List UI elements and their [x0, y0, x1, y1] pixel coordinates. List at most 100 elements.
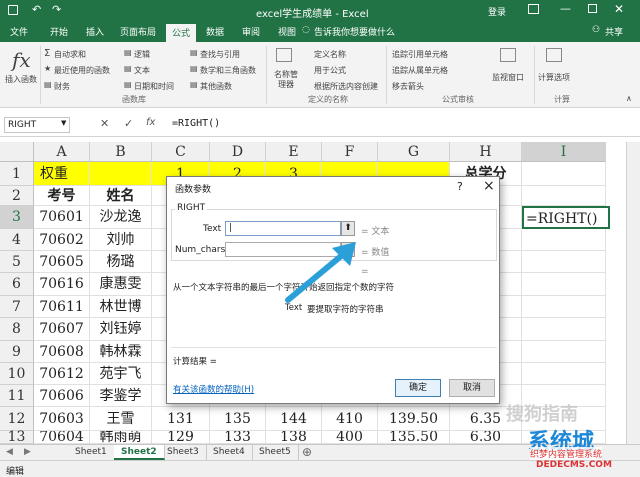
cell-a6[interactable]: 70616 [34, 273, 90, 296]
col-header-a[interactable]: A [34, 142, 90, 162]
row-header-13[interactable]: 13 [0, 430, 34, 444]
logical-button[interactable]: 逻辑 [134, 49, 150, 60]
col-header-f[interactable]: F [322, 142, 378, 162]
save-icon[interactable] [8, 5, 18, 15]
cancel-formula-icon[interactable]: ✕ [100, 117, 109, 130]
math-button[interactable]: 数学和三角函数 [200, 65, 256, 76]
cell-d13[interactable]: 133 [210, 431, 266, 444]
cell-e13[interactable]: 138 [266, 431, 322, 444]
cell-b8[interactable]: 刘钰婷 [90, 318, 152, 341]
cell-a12[interactable]: 70603 [34, 407, 90, 431]
ribbon-options-icon[interactable] [528, 4, 539, 14]
tab-page-layout[interactable]: 页面布局 [120, 25, 156, 38]
lookup-button[interactable]: 查找与引用 [200, 49, 240, 60]
sheet-tab-3[interactable]: Sheet3 [160, 445, 207, 460]
financial-button[interactable]: 财务 [54, 81, 70, 92]
text-button[interactable]: 文本 [134, 65, 150, 76]
help-link[interactable]: 有关该函数的帮助(H) [173, 383, 254, 395]
undo-icon[interactable]: ↶ [32, 3, 41, 16]
sheet-tab-5[interactable]: Sheet5 [252, 445, 299, 460]
col-header-i[interactable]: I [522, 142, 606, 162]
row-header-9[interactable]: 9 [0, 341, 34, 363]
cell-c13[interactable]: 129 [152, 431, 210, 444]
cell-f12[interactable]: 410 [322, 407, 378, 431]
cell-d12[interactable]: 135 [210, 407, 266, 431]
autosum-button[interactable]: 自动求和 [54, 49, 86, 60]
tab-home[interactable]: 开始 [50, 25, 68, 38]
cell-i3[interactable]: =RIGHT() [522, 206, 610, 229]
tab-data[interactable]: 数据 [206, 25, 224, 38]
row-header-1[interactable]: 1 [0, 162, 34, 186]
cell-a9[interactable]: 70608 [34, 341, 90, 363]
dialog-close-button[interactable]: × [483, 178, 495, 194]
cell-b9[interactable]: 韩林霖 [90, 341, 152, 363]
cell-a8[interactable]: 70607 [34, 318, 90, 341]
tab-view[interactable]: 视图 [278, 25, 296, 38]
cell-a11[interactable]: 70606 [34, 385, 90, 407]
row-header-12[interactable]: 12 [0, 407, 34, 431]
cell-a4[interactable]: 70602 [34, 229, 90, 251]
cell-a3[interactable]: 70601 [34, 206, 90, 229]
cell-b7[interactable]: 林世博 [90, 296, 152, 318]
cell-a7[interactable]: 70611 [34, 296, 90, 318]
enter-formula-icon[interactable]: ✓ [124, 117, 133, 130]
cell-b13[interactable]: 韩雨萌 [90, 431, 152, 444]
row-header-3[interactable]: 3 [0, 206, 34, 229]
text-argument-input[interactable]: | [225, 221, 341, 236]
cell-g12[interactable]: 139.50 [378, 407, 450, 431]
sign-in-link[interactable]: 登录 [488, 5, 506, 18]
sheet-tab-1[interactable]: Sheet1 [68, 445, 115, 460]
maximize-icon[interactable] [588, 4, 597, 13]
cell-b3[interactable]: 沙龙逸 [90, 206, 152, 229]
tell-me-search[interactable]: 告诉我你想要做什么 [314, 25, 395, 38]
close-icon[interactable]: ✕ [614, 2, 624, 16]
col-header-d[interactable]: D [210, 142, 266, 162]
formula-input[interactable]: =RIGHT() [168, 117, 634, 133]
cancel-button[interactable]: 取消 [449, 379, 495, 397]
insert-function-button[interactable]: 插入函数 [5, 74, 37, 85]
cell-i4[interactable] [522, 229, 606, 251]
name-manager-button[interactable]: 名称管理器 [272, 70, 300, 90]
row-header-10[interactable]: 10 [0, 363, 34, 385]
select-all-corner[interactable] [0, 142, 34, 162]
sheet-tab-2[interactable]: Sheet2 [114, 445, 165, 460]
collapse-ribbon-icon[interactable]: ∧ [626, 94, 632, 103]
cell-b4[interactable]: 刘帅 [90, 229, 152, 251]
trace-dependents-button[interactable]: 追踪从属单元格 [392, 65, 448, 76]
cell-i10[interactable] [522, 363, 606, 385]
ok-button[interactable]: 确定 [395, 379, 441, 397]
cell-i5[interactable] [522, 251, 606, 273]
collapse-dialog-button-1[interactable]: ⬆ [341, 221, 355, 236]
cell-i7[interactable] [522, 296, 606, 318]
cell-h13[interactable]: 6.30 [450, 431, 522, 444]
prev-sheet-icon[interactable]: ◀ [6, 447, 13, 457]
cell-a5[interactable]: 70605 [34, 251, 90, 273]
next-sheet-icon[interactable]: ▶ [24, 447, 31, 457]
dialog-help-button[interactable]: ? [457, 180, 463, 193]
cell-i9[interactable] [522, 341, 606, 363]
watch-window-button[interactable]: 监视窗口 [492, 72, 524, 83]
col-header-g[interactable]: G [378, 142, 450, 162]
use-in-formula-button[interactable]: 用于公式 [314, 65, 346, 76]
share-button[interactable]: 共享 [605, 25, 623, 38]
minimize-icon[interactable]: — [560, 2, 571, 15]
row-header-2[interactable]: 2 [0, 186, 34, 206]
redo-icon[interactable]: ↷ [52, 3, 61, 16]
define-name-button[interactable]: 定义名称 [314, 49, 346, 60]
col-header-c[interactable]: C [152, 142, 210, 162]
col-header-b[interactable]: B [90, 142, 152, 162]
row-header-6[interactable]: 6 [0, 273, 34, 296]
row-header-5[interactable]: 5 [0, 251, 34, 273]
row-header-8[interactable]: 8 [0, 318, 34, 341]
insert-function-icon[interactable]: fx [146, 117, 155, 128]
cell-a10[interactable]: 70612 [34, 363, 90, 385]
cell-f13[interactable]: 400 [322, 431, 378, 444]
cell-a2[interactable]: 考号 [34, 186, 90, 206]
vertical-scrollbar[interactable] [626, 142, 640, 444]
create-from-selection-button[interactable]: 根据所选内容创建 [314, 81, 378, 92]
name-box-dropdown-icon[interactable]: ▼ [61, 119, 66, 127]
cell-b1[interactable] [90, 162, 152, 186]
cell-i8[interactable] [522, 318, 606, 341]
remove-arrows-button[interactable]: 移去箭头 [392, 81, 424, 92]
trace-precedents-button[interactable]: 追踪引用单元格 [392, 49, 448, 60]
